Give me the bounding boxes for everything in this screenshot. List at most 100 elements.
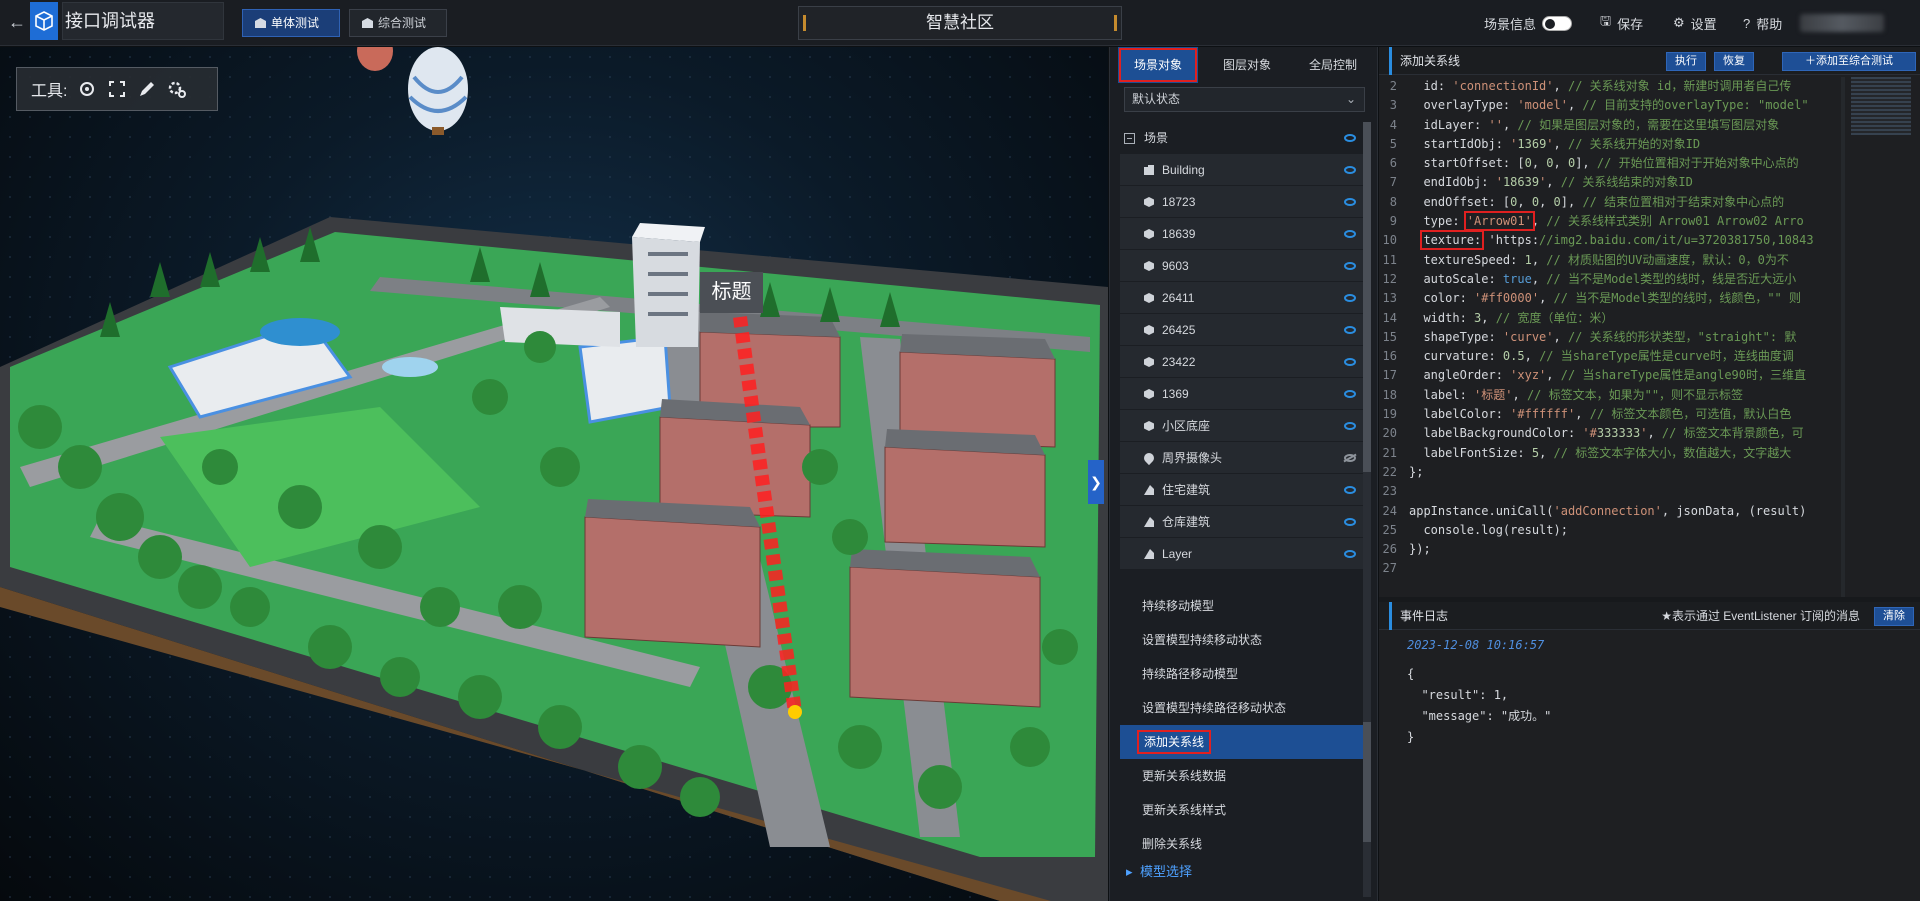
api-item[interactable]: 更新关系线样式 xyxy=(1120,793,1363,827)
log-panel-header: 事件日志 ★表示通过 EventListener 订阅的消息 清除 xyxy=(1379,602,1920,630)
tree-node[interactable]: Layer xyxy=(1120,538,1366,570)
clear-log-button[interactable]: 清除 xyxy=(1874,607,1914,626)
panel-tabs: 场景对象 图层对象 全局控制 xyxy=(1110,47,1379,83)
smart-community-3d-scene xyxy=(0,47,1108,901)
tree-scrollbar[interactable] xyxy=(1363,122,1371,897)
api-item[interactable]: 删除关系线 xyxy=(1120,827,1363,861)
tree-node[interactable]: 23422 xyxy=(1120,346,1366,378)
tree-node[interactable]: Building xyxy=(1120,154,1366,186)
api-item-selected[interactable]: 添加关系线 xyxy=(1120,725,1363,759)
layer-icon xyxy=(1144,517,1154,527)
user-avatar[interactable] xyxy=(1800,14,1884,32)
eye-icon[interactable] xyxy=(1344,390,1356,398)
tab-single-test[interactable]: 单体测试 xyxy=(242,9,340,37)
cube-icon xyxy=(1144,389,1154,399)
cube-icon xyxy=(1144,261,1154,271)
save-button[interactable]: 🖫 保存 xyxy=(1600,12,1643,34)
relation-line-label: 标题 xyxy=(700,272,763,313)
tree-root[interactable]: 场景 xyxy=(1120,122,1366,154)
tab-integrated-test[interactable]: 综合测试 xyxy=(349,9,447,37)
tree-node[interactable]: 1369 xyxy=(1120,378,1366,410)
eye-icon[interactable] xyxy=(1344,518,1356,526)
code-line: 2 id: 'connectionId', // 关系线对象 id，新建时调用者… xyxy=(1389,79,1792,93)
help-icon: ? xyxy=(1743,15,1751,31)
layer-icon xyxy=(1144,485,1154,495)
eye-icon[interactable] xyxy=(1344,166,1356,174)
code-line: 27 xyxy=(1382,561,1397,576)
tree-node[interactable]: 18639 xyxy=(1120,218,1366,250)
back-button[interactable]: ← xyxy=(6,10,28,34)
locate-icon[interactable] xyxy=(77,79,97,99)
cube-icon xyxy=(1144,197,1154,207)
eye-icon[interactable] xyxy=(1344,198,1356,206)
cube-logo-icon xyxy=(35,11,53,31)
state-select[interactable]: 默认状态 ⌄ xyxy=(1124,87,1365,112)
code-line: 11 textureSpeed: 1, // 材质贴图的UV动画速度，默认：0，… xyxy=(1382,252,1789,267)
cube-icon xyxy=(1144,293,1154,303)
cube-icon xyxy=(1144,357,1154,367)
code-minimap[interactable] xyxy=(1851,77,1911,135)
tree-node[interactable]: 18723 xyxy=(1120,186,1366,218)
code-line: 10 texture: 'https://img2.baidu.com/it/u… xyxy=(1382,230,1814,251)
collapse-icon[interactable] xyxy=(1124,133,1135,144)
eye-icon[interactable] xyxy=(1344,550,1356,558)
tree-node[interactable]: 小区底座 xyxy=(1120,410,1366,442)
tree-node[interactable]: 9603 xyxy=(1120,250,1366,282)
api-group-model-select[interactable]: 模型选择 xyxy=(1120,859,1363,885)
app-title: 接口调试器 xyxy=(62,2,224,40)
tree-node[interactable]: 周界摄像头 xyxy=(1120,442,1366,474)
code-panel-title: 添加关系线 xyxy=(1389,47,1460,75)
api-item[interactable]: 持续移动模型 xyxy=(1120,589,1363,623)
code-editor[interactable]: 2 id: 'connectionId', // 关系线对象 id，新建时调用者… xyxy=(1379,77,1841,597)
tree-node[interactable]: 26411 xyxy=(1120,282,1366,314)
api-item[interactable]: 设置模型持续路径移动状态 xyxy=(1120,691,1363,725)
code-line: 6 startOffset: [0, 0, 0], // 开始位置相对于开始对象… xyxy=(1389,156,1799,171)
code-scrollbar[interactable] xyxy=(1841,77,1845,597)
building-icon xyxy=(1144,165,1154,175)
scene-object-panel: 场景对象 图层对象 全局控制 默认状态 ⌄ 场景 Building 18723 … xyxy=(1109,47,1378,901)
eye-icon[interactable] xyxy=(1344,294,1356,302)
add-to-integrated-test-button[interactable]: ＋添加至综合测试 xyxy=(1782,52,1916,71)
scene-title: 智慧社区 xyxy=(798,6,1122,40)
eye-icon[interactable] xyxy=(1344,326,1356,334)
eye-off-icon[interactable] xyxy=(1344,454,1356,462)
tree-node[interactable]: 26425 xyxy=(1120,314,1366,346)
arrow-left-icon: ← xyxy=(8,12,26,32)
collapse-panel-button[interactable]: ❯ xyxy=(1088,460,1104,504)
toggle-switch[interactable] xyxy=(1542,15,1573,31)
eye-icon[interactable] xyxy=(1344,486,1356,494)
cube-icon xyxy=(1144,229,1154,239)
code-line: 24 appInstance.uniCall('addConnection', j… xyxy=(1382,503,1807,518)
reset-button[interactable]: 恢复 xyxy=(1714,52,1754,71)
api-item[interactable]: 更新关系线数据 xyxy=(1120,759,1363,793)
code-line: 20 labelBackgroundColor: '#333333', // 标… xyxy=(1382,426,1804,441)
scene-viewport[interactable]: 工具: 标题 ❯ xyxy=(0,47,1108,901)
api-item[interactable]: 设置模型持续移动状态 xyxy=(1120,623,1363,657)
tree-node[interactable]: 住宅建筑 xyxy=(1120,474,1366,506)
code-line: 19 labelColor: '#ffffff', // 标签文本颜色，可选值，… xyxy=(1382,407,1792,422)
api-item[interactable]: 持续路径移动模型 xyxy=(1120,657,1363,691)
box-icon xyxy=(255,18,266,28)
eye-icon[interactable] xyxy=(1344,422,1356,430)
event-log-panel: 事件日志 ★表示通过 EventListener 订阅的消息 清除 2023-1… xyxy=(1379,602,1920,901)
run-button[interactable]: 执行 xyxy=(1666,52,1706,71)
eye-icon[interactable] xyxy=(1344,230,1356,238)
settings-button[interactable]: ⚙ 设置 xyxy=(1673,12,1717,34)
code-panel-header: 添加关系线 执行 恢复 ＋添加至综合测试 xyxy=(1379,47,1920,75)
code-line: 5 startIdObj: '1369', // 关系线开始的对象ID xyxy=(1389,136,1701,151)
code-line: 13 color: '#ff0000', // 当不是Model类型的线时，线颜… xyxy=(1382,291,1801,306)
help-button[interactable]: ? 帮助 xyxy=(1743,12,1782,34)
gears-icon[interactable] xyxy=(167,79,187,99)
eye-icon[interactable] xyxy=(1344,358,1356,366)
code-line: 14 width: 3, // 宽度（单位：米） xyxy=(1382,310,1614,325)
eye-icon[interactable] xyxy=(1344,262,1356,270)
pen-icon[interactable] xyxy=(137,79,157,99)
eye-icon[interactable] xyxy=(1344,134,1356,142)
code-line: 25 console.log(result); xyxy=(1382,522,1568,537)
tab-layer-objects[interactable]: 图层对象 xyxy=(1204,47,1290,83)
frame-icon[interactable] xyxy=(107,79,127,99)
tree-node[interactable]: 仓库建筑 xyxy=(1120,506,1366,538)
tab-global-control[interactable]: 全局控制 xyxy=(1290,47,1376,83)
tab-scene-objects[interactable]: 场景对象 xyxy=(1118,47,1198,83)
scene-info-toggle[interactable]: 场景信息 xyxy=(1484,12,1573,34)
